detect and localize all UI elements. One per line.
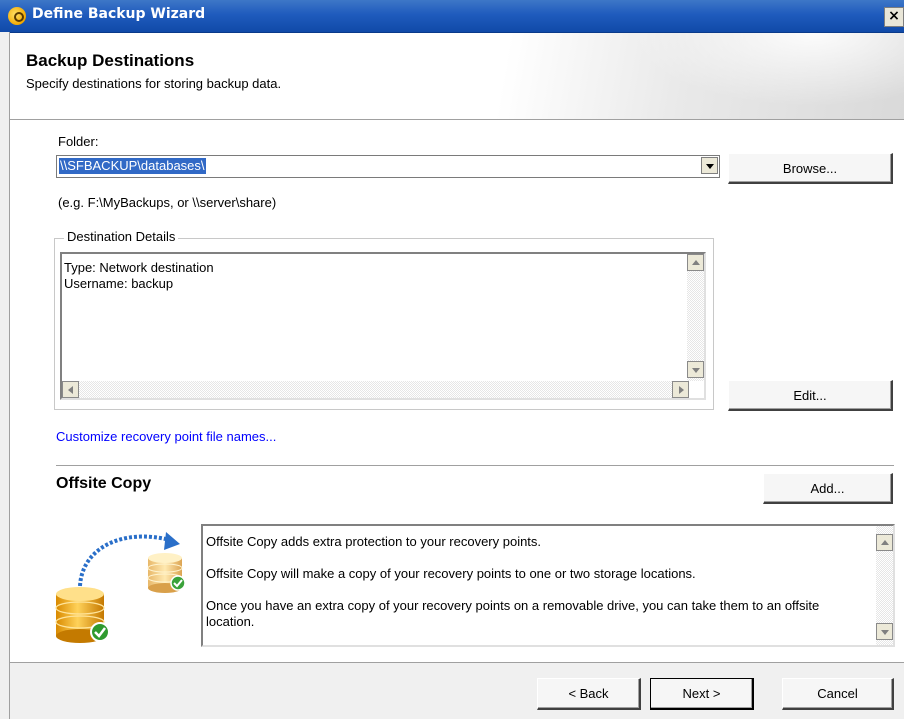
title-bar: Define Backup Wizard × bbox=[0, 0, 904, 33]
scroll-up-icon[interactable] bbox=[687, 254, 704, 271]
back-button[interactable]: < Back bbox=[537, 678, 641, 710]
scroll-up-icon[interactable] bbox=[876, 534, 893, 551]
folder-combobox[interactable]: \\SFBACKUP\databases\ bbox=[56, 155, 720, 178]
wizard-footer bbox=[10, 663, 904, 719]
window-frame-left bbox=[0, 32, 10, 719]
customize-file-names-link[interactable]: Customize recovery point file names... bbox=[56, 429, 276, 444]
offsite-description-textbox[interactable]: Offsite Copy adds extra protection to yo… bbox=[201, 524, 895, 647]
scroll-right-icon[interactable] bbox=[672, 381, 689, 398]
next-button[interactable]: Next > bbox=[650, 678, 754, 710]
destination-details-legend: Destination Details bbox=[64, 229, 179, 244]
scroll-left-icon[interactable] bbox=[62, 381, 79, 398]
scroll-down-icon[interactable] bbox=[876, 623, 893, 640]
folder-input[interactable]: \\SFBACKUP\databases\ bbox=[59, 158, 206, 174]
cancel-button[interactable]: Cancel bbox=[782, 678, 894, 710]
scroll-down-icon[interactable] bbox=[687, 361, 704, 378]
database-copy-icon bbox=[55, 532, 186, 643]
close-button[interactable]: × bbox=[884, 7, 904, 27]
offsite-paragraph: Offsite Copy will make a copy of your re… bbox=[206, 566, 696, 581]
edit-button[interactable]: Edit... bbox=[728, 380, 893, 411]
chevron-down-icon[interactable] bbox=[701, 157, 718, 174]
divider bbox=[56, 465, 894, 466]
page-title: Backup Destinations bbox=[26, 51, 195, 70]
browse-button[interactable]: Browse... bbox=[728, 153, 893, 184]
destination-details-textbox[interactable]: Type: Network destination Username: back… bbox=[60, 252, 706, 400]
offsite-paragraph: Once you have an extra copy of your reco… bbox=[206, 598, 820, 629]
folder-hint: (e.g. F:\MyBackups, or \\server\share) bbox=[58, 195, 277, 210]
offsite-paragraph: Offsite Copy adds extra protection to yo… bbox=[206, 534, 542, 549]
page-subtitle: Specify destinations for storing backup … bbox=[26, 76, 282, 91]
detail-line-type: Type: Network destination bbox=[64, 260, 214, 275]
app-icon bbox=[8, 7, 26, 25]
detail-line-username: Username: backup bbox=[64, 276, 174, 291]
offsite-copy-title: Offsite Copy bbox=[56, 475, 152, 492]
add-offsite-button[interactable]: Add... bbox=[763, 473, 893, 504]
folder-label: Folder: bbox=[58, 134, 99, 149]
header-decoration bbox=[600, 33, 904, 119]
details-horizontal-scrollbar[interactable] bbox=[62, 381, 689, 398]
window-title: Define Backup Wizard bbox=[32, 6, 206, 22]
